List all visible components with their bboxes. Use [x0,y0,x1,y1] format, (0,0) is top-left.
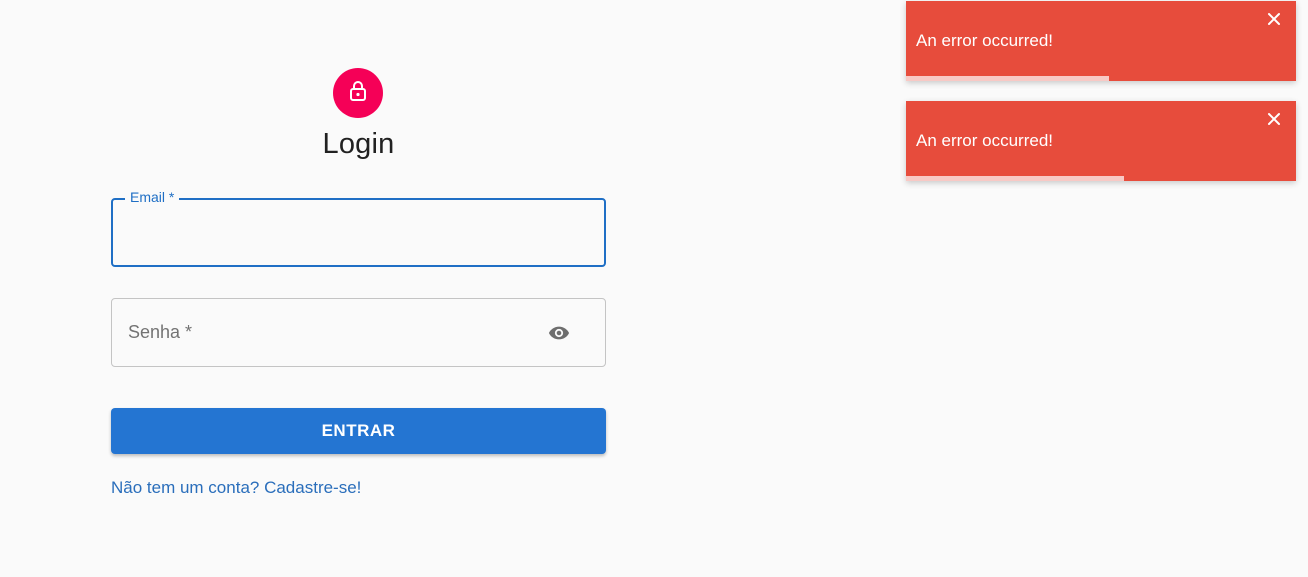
toast-message: An error occurred! [916,31,1053,50]
page-title: Login [322,128,395,160]
lock-icon [346,79,370,108]
password-field[interactable]: Senha * [111,298,606,368]
login-page: Login Email * Senha * ENTRAR Não tem um … [0,0,1308,577]
toast-progress-bar [906,176,1125,181]
toast-progress-bar [906,76,1109,81]
avatar [333,68,383,118]
submit-button[interactable]: ENTRAR [111,408,606,454]
error-toast[interactable]: An error occurred! [906,101,1296,181]
eye-icon[interactable] [543,321,575,345]
signup-link[interactable]: Não tem um conta? Cadastre-se! [111,478,361,498]
close-icon[interactable] [1266,111,1282,127]
toast-message: An error occurred! [916,131,1053,150]
email-input[interactable] [129,200,533,267]
close-icon[interactable] [1266,11,1282,27]
email-field[interactable]: Email * [111,189,606,267]
error-toast[interactable]: An error occurred! [906,1,1296,81]
password-input[interactable] [128,299,532,368]
